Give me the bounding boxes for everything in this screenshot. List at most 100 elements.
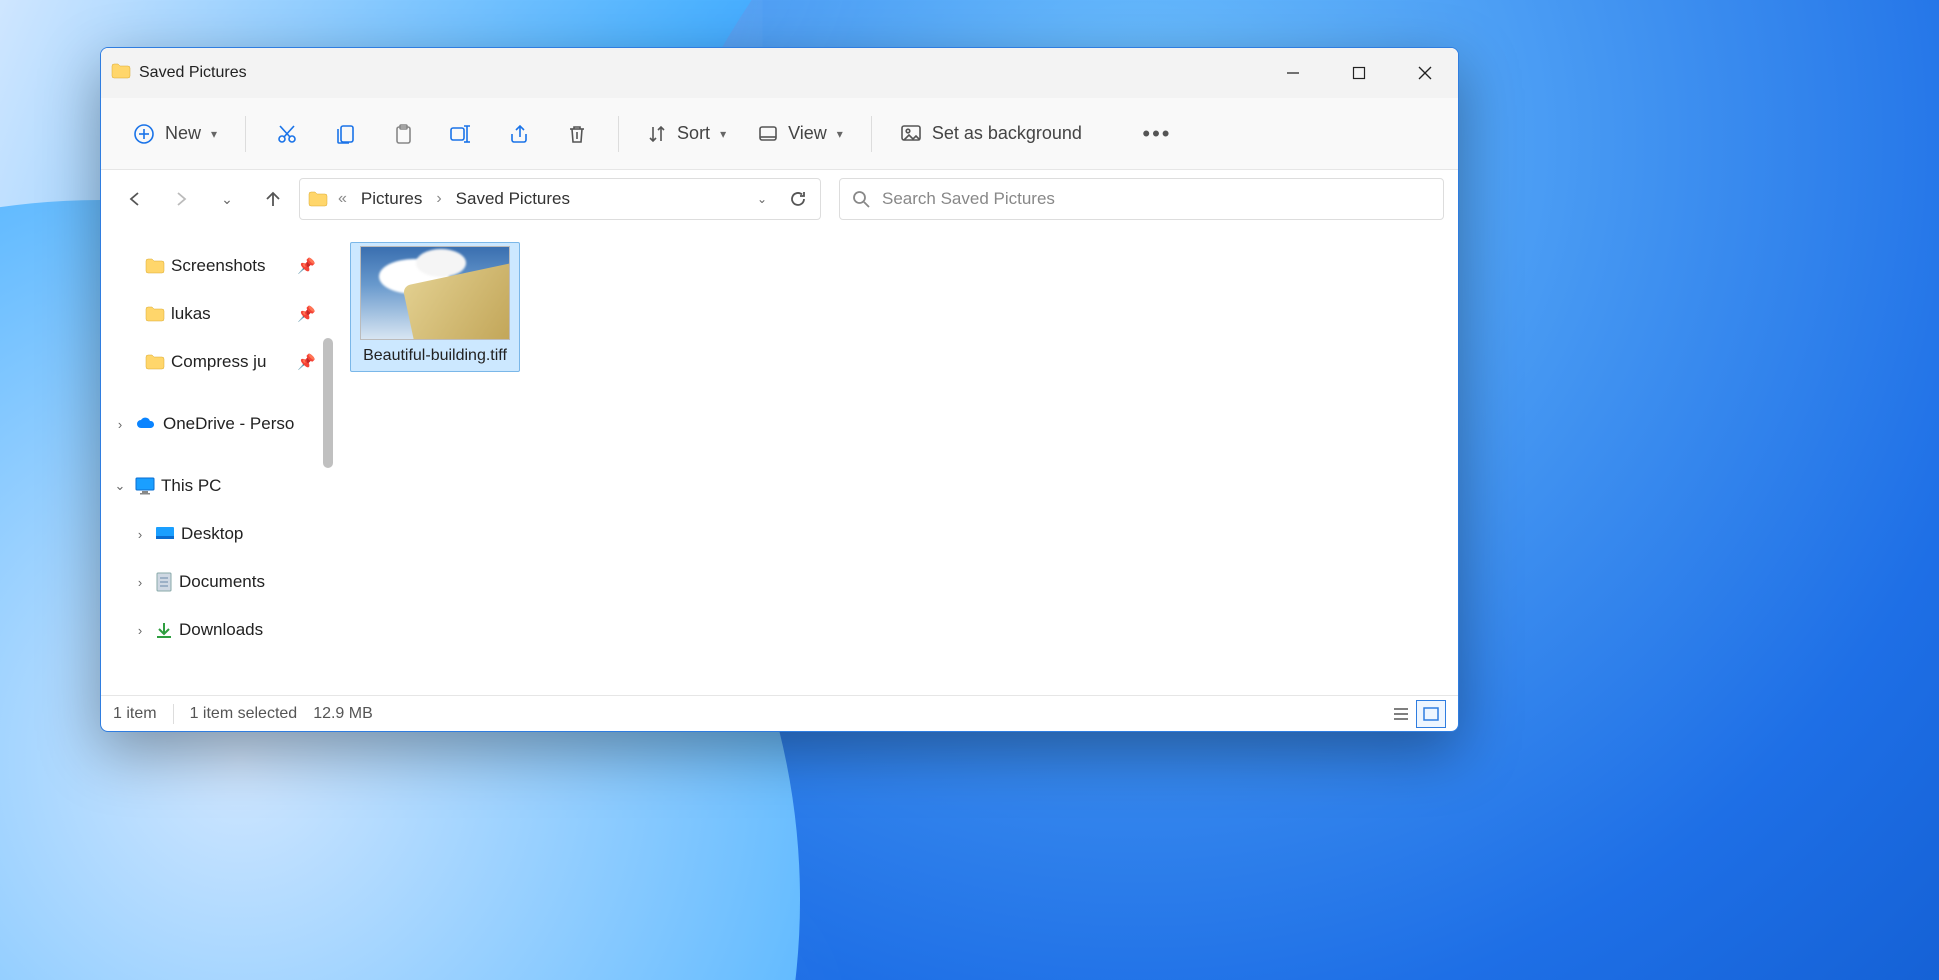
chevron-down-icon: ▾ [720, 127, 726, 141]
rename-button[interactable] [434, 112, 488, 156]
chevron-right-icon[interactable]: › [131, 527, 149, 542]
pin-icon: 📌 [297, 257, 316, 275]
nav-item-documents[interactable]: › Documents [101, 558, 336, 606]
plus-circle-icon [133, 123, 155, 145]
nav-item-label: OneDrive - Perso [163, 414, 294, 434]
breadcrumb-segment[interactable]: Pictures [357, 185, 426, 213]
search-icon [852, 190, 870, 208]
address-dropdown-button[interactable]: ⌄ [748, 185, 776, 213]
paste-button[interactable] [376, 112, 430, 156]
overflow-chevron-icon[interactable]: « [336, 190, 349, 208]
new-button-label: New [165, 123, 201, 144]
sort-button-label: Sort [677, 123, 710, 144]
status-selection: 1 item selected [190, 705, 298, 723]
forward-button[interactable] [161, 179, 201, 219]
toolbar: New ▾ [101, 98, 1458, 170]
view-button[interactable]: View ▾ [744, 112, 857, 156]
chevron-down-icon: ⌄ [757, 192, 767, 206]
cut-button[interactable] [260, 112, 314, 156]
copy-icon [334, 123, 356, 145]
nav-item-label: lukas [171, 304, 211, 324]
new-button[interactable]: New ▾ [119, 112, 231, 156]
address-bar[interactable]: « Pictures › Saved Pictures ⌄ [299, 178, 821, 220]
view-icon [758, 124, 778, 144]
chevron-right-icon[interactable]: › [131, 623, 149, 638]
status-bar: 1 item 1 item selected 12.9 MB [101, 695, 1458, 731]
clipboard-icon [392, 123, 414, 145]
more-button[interactable]: ••• [1130, 112, 1184, 156]
desktop-icon [155, 526, 175, 542]
separator [871, 116, 872, 152]
separator [173, 704, 174, 724]
file-name-label: Beautiful-building.tiff [361, 340, 509, 368]
up-button[interactable] [253, 179, 293, 219]
close-button[interactable] [1392, 48, 1458, 98]
navigation-pane[interactable]: Screenshots 📌 lukas 📌 Compress ju 📌 › On… [101, 228, 336, 695]
nav-item-this-pc[interactable]: ⌄ This PC [101, 462, 336, 510]
monitor-icon [135, 477, 155, 495]
chevron-down-icon[interactable]: ⌄ [111, 478, 129, 494]
separator [618, 116, 619, 152]
folder-icon [145, 306, 165, 322]
explorer-body: Screenshots 📌 lukas 📌 Compress ju 📌 › On… [101, 228, 1458, 695]
window-title: Saved Pictures [139, 64, 247, 82]
chevron-right-icon[interactable]: › [131, 575, 149, 590]
pin-icon: 📌 [297, 353, 316, 371]
minimize-button[interactable] [1260, 48, 1326, 98]
nav-item-lukas[interactable]: lukas 📌 [101, 290, 336, 338]
picture-icon [900, 124, 922, 144]
nav-item-onedrive[interactable]: › OneDrive - Perso [101, 400, 336, 448]
chevron-right-icon: › [434, 190, 443, 208]
nav-item-downloads[interactable]: › Downloads [101, 606, 336, 654]
delete-button[interactable] [550, 112, 604, 156]
sort-icon [647, 124, 667, 144]
search-input[interactable] [882, 189, 1431, 209]
set-as-background-label: Set as background [932, 123, 1082, 144]
maximize-button[interactable] [1326, 48, 1392, 98]
share-icon [508, 123, 530, 145]
folder-icon [111, 63, 131, 83]
file-item[interactable]: Beautiful-building.tiff [350, 242, 520, 372]
separator [245, 116, 246, 152]
share-button[interactable] [492, 112, 546, 156]
nav-item-screenshots[interactable]: Screenshots 📌 [101, 242, 336, 290]
nav-item-label: Compress ju [171, 352, 266, 372]
status-item-count: 1 item [113, 705, 157, 723]
copy-button[interactable] [318, 112, 372, 156]
folder-icon [145, 354, 165, 370]
chevron-down-icon: ▾ [837, 127, 843, 141]
scrollbar-thumb[interactable] [323, 338, 333, 468]
nav-item-label: Desktop [181, 524, 243, 544]
navpane-scrollbar[interactable] [320, 228, 336, 695]
scissors-icon [276, 123, 298, 145]
chevron-right-icon[interactable]: › [111, 417, 129, 432]
file-thumbnail [360, 246, 510, 340]
status-size: 12.9 MB [313, 705, 373, 723]
nav-item-label: Documents [179, 572, 265, 592]
thumbnails-view-button[interactable] [1416, 700, 1446, 728]
nav-item-compress[interactable]: Compress ju 📌 [101, 338, 336, 386]
download-icon [155, 621, 173, 639]
nav-item-label: Downloads [179, 620, 263, 640]
ellipsis-icon: ••• [1142, 121, 1171, 147]
view-button-label: View [788, 123, 827, 144]
nav-item-label: This PC [161, 476, 221, 496]
navigation-row: ⌄ « Pictures › Saved Pictures ⌄ [101, 170, 1458, 228]
file-explorer-window: Saved Pictures New ▾ [100, 47, 1459, 732]
set-as-background-button[interactable]: Set as background [886, 112, 1096, 156]
breadcrumb-segment[interactable]: Saved Pictures [452, 185, 574, 213]
folder-icon [308, 191, 328, 207]
search-box[interactable] [839, 178, 1444, 220]
content-pane[interactable]: Beautiful-building.tiff [336, 228, 1458, 695]
documents-icon [155, 572, 173, 592]
nav-item-desktop[interactable]: › Desktop [101, 510, 336, 558]
chevron-down-icon: ▾ [211, 127, 217, 141]
refresh-button[interactable] [784, 185, 812, 213]
titlebar[interactable]: Saved Pictures [101, 48, 1458, 98]
sort-button[interactable]: Sort ▾ [633, 112, 740, 156]
trash-icon [566, 123, 588, 145]
back-button[interactable] [115, 179, 155, 219]
pin-icon: 📌 [297, 305, 316, 323]
details-view-button[interactable] [1386, 700, 1416, 728]
recent-locations-button[interactable]: ⌄ [207, 179, 247, 219]
